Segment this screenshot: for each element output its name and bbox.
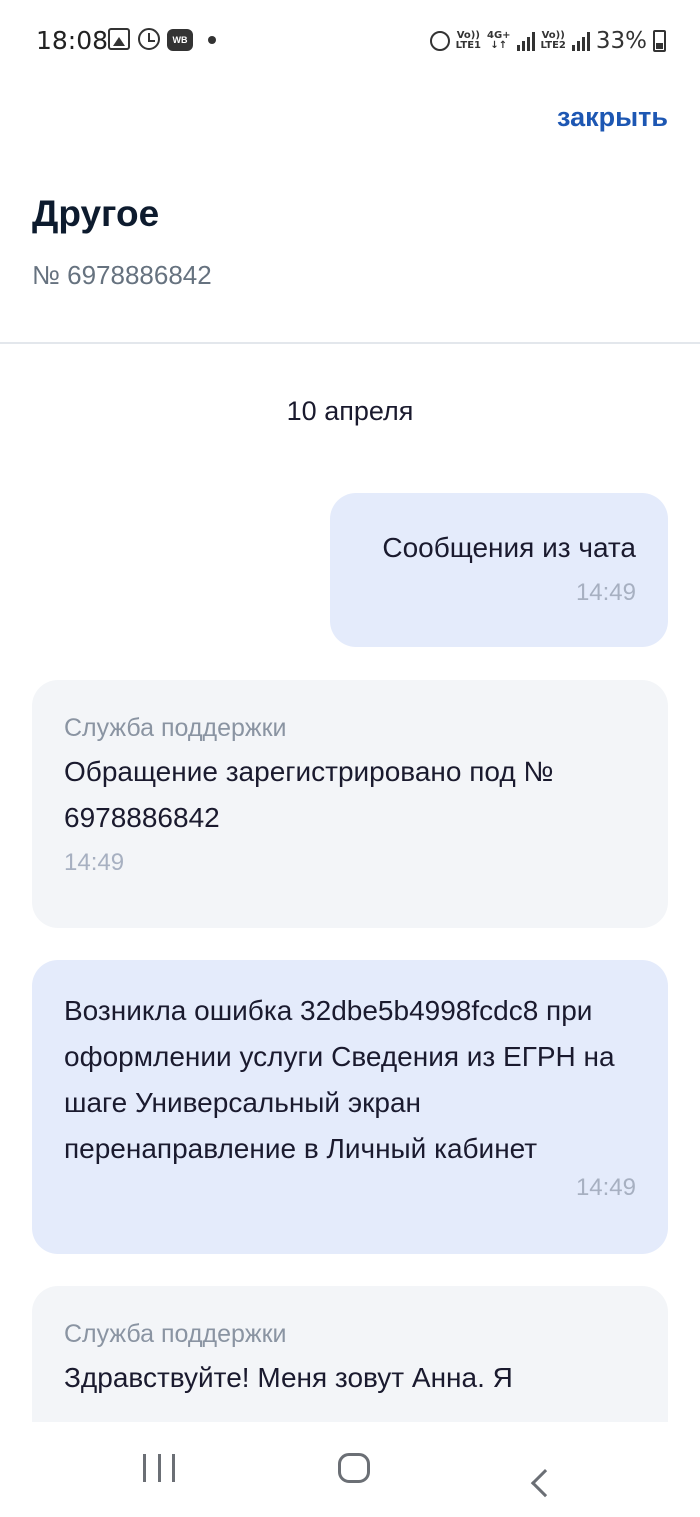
home-icon[interactable] bbox=[338, 1453, 370, 1483]
message-support: Служба поддержки Здравствуйте! Меня зову… bbox=[32, 1286, 668, 1422]
message-sender: Служба поддержки bbox=[64, 714, 287, 742]
alarm-icon bbox=[138, 28, 160, 50]
battery-icon bbox=[653, 30, 666, 52]
message-user: Сообщения из чата 14:49 bbox=[330, 493, 668, 647]
message-sender: Служба поддержки bbox=[64, 1320, 287, 1348]
notification-dot-icon bbox=[208, 36, 216, 44]
date-separator: 10 апреля bbox=[286, 396, 414, 426]
signal-icon-sim1 bbox=[516, 31, 535, 51]
message-time: 14:49 bbox=[575, 1174, 636, 1201]
back-icon[interactable] bbox=[543, 1454, 561, 1484]
system-nav-bar bbox=[0, 1422, 700, 1517]
recents-icon[interactable] bbox=[143, 1454, 175, 1482]
wb-icon: WB bbox=[167, 29, 193, 51]
status-right-group: Vo)) LTE1 4G+ ↓↑ Vo)) LTE2 33% bbox=[429, 26, 666, 56]
chat-area[interactable]: 10 апреля Сообщения из чата 14:49 Служба… bbox=[0, 344, 700, 1422]
message-time: 14:49 bbox=[575, 579, 636, 606]
alarm-clock-icon bbox=[429, 31, 450, 51]
battery-percent: 33% bbox=[595, 28, 647, 54]
message-user: Возникла ошибка 32dbe5b4998fcdc8 при офо… bbox=[32, 960, 668, 1254]
ticket-number: № 6978886842 bbox=[32, 260, 212, 290]
message-text: Обращение зарегистрировано под № 6978886… bbox=[64, 756, 554, 833]
signal-icon-sim2 bbox=[571, 31, 590, 51]
message-time: 14:49 bbox=[64, 849, 125, 876]
message-text: Здравствуйте! Меня зовут Анна. Я bbox=[64, 1362, 513, 1393]
network-sim1: Vo)) LTE1 bbox=[455, 30, 481, 51]
network-type: 4G+ ↓↑ bbox=[487, 30, 511, 51]
status-time: 18:08 bbox=[36, 26, 109, 55]
status-bar: 18:08 WB Vo)) LTE1 4G+ ↓↑ Vo)) LTE2 33% bbox=[0, 0, 700, 80]
close-button[interactable]: закрыть bbox=[557, 102, 668, 133]
message-text: Сообщения из чата bbox=[382, 532, 636, 563]
message-text: Возникла ошибка 32dbe5b4998fcdc8 при офо… bbox=[64, 995, 615, 1164]
message-support: Служба поддержки Обращение зарегистриров… bbox=[32, 680, 668, 928]
page-title: Другое bbox=[32, 193, 160, 234]
network-sim2: Vo)) LTE2 bbox=[540, 30, 566, 51]
gallery-icon bbox=[108, 28, 130, 50]
